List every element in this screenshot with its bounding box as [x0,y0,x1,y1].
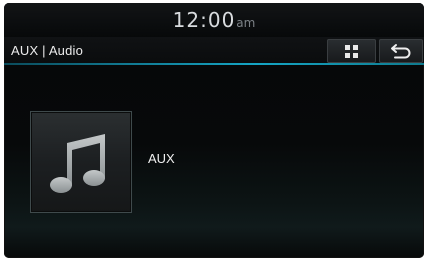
menu-button[interactable] [327,39,376,63]
clock-ampm: am [236,16,256,30]
status-bar: 12:00am [4,3,424,37]
clock: 12:00am [173,8,256,32]
aux-source-tile[interactable] [30,111,132,213]
title-bar: AUX | Audio [4,37,424,65]
back-button[interactable] [379,39,423,63]
source-label: AUX [148,151,175,166]
page-title: AUX | Audio [11,43,84,58]
back-arrow-icon [391,44,411,59]
grid-icon [345,45,358,58]
clock-time: 12:00 [172,8,236,32]
aux-audio-screen: 12:00am AUX | Audio AUX [4,3,424,258]
music-note-icon [50,134,105,193]
